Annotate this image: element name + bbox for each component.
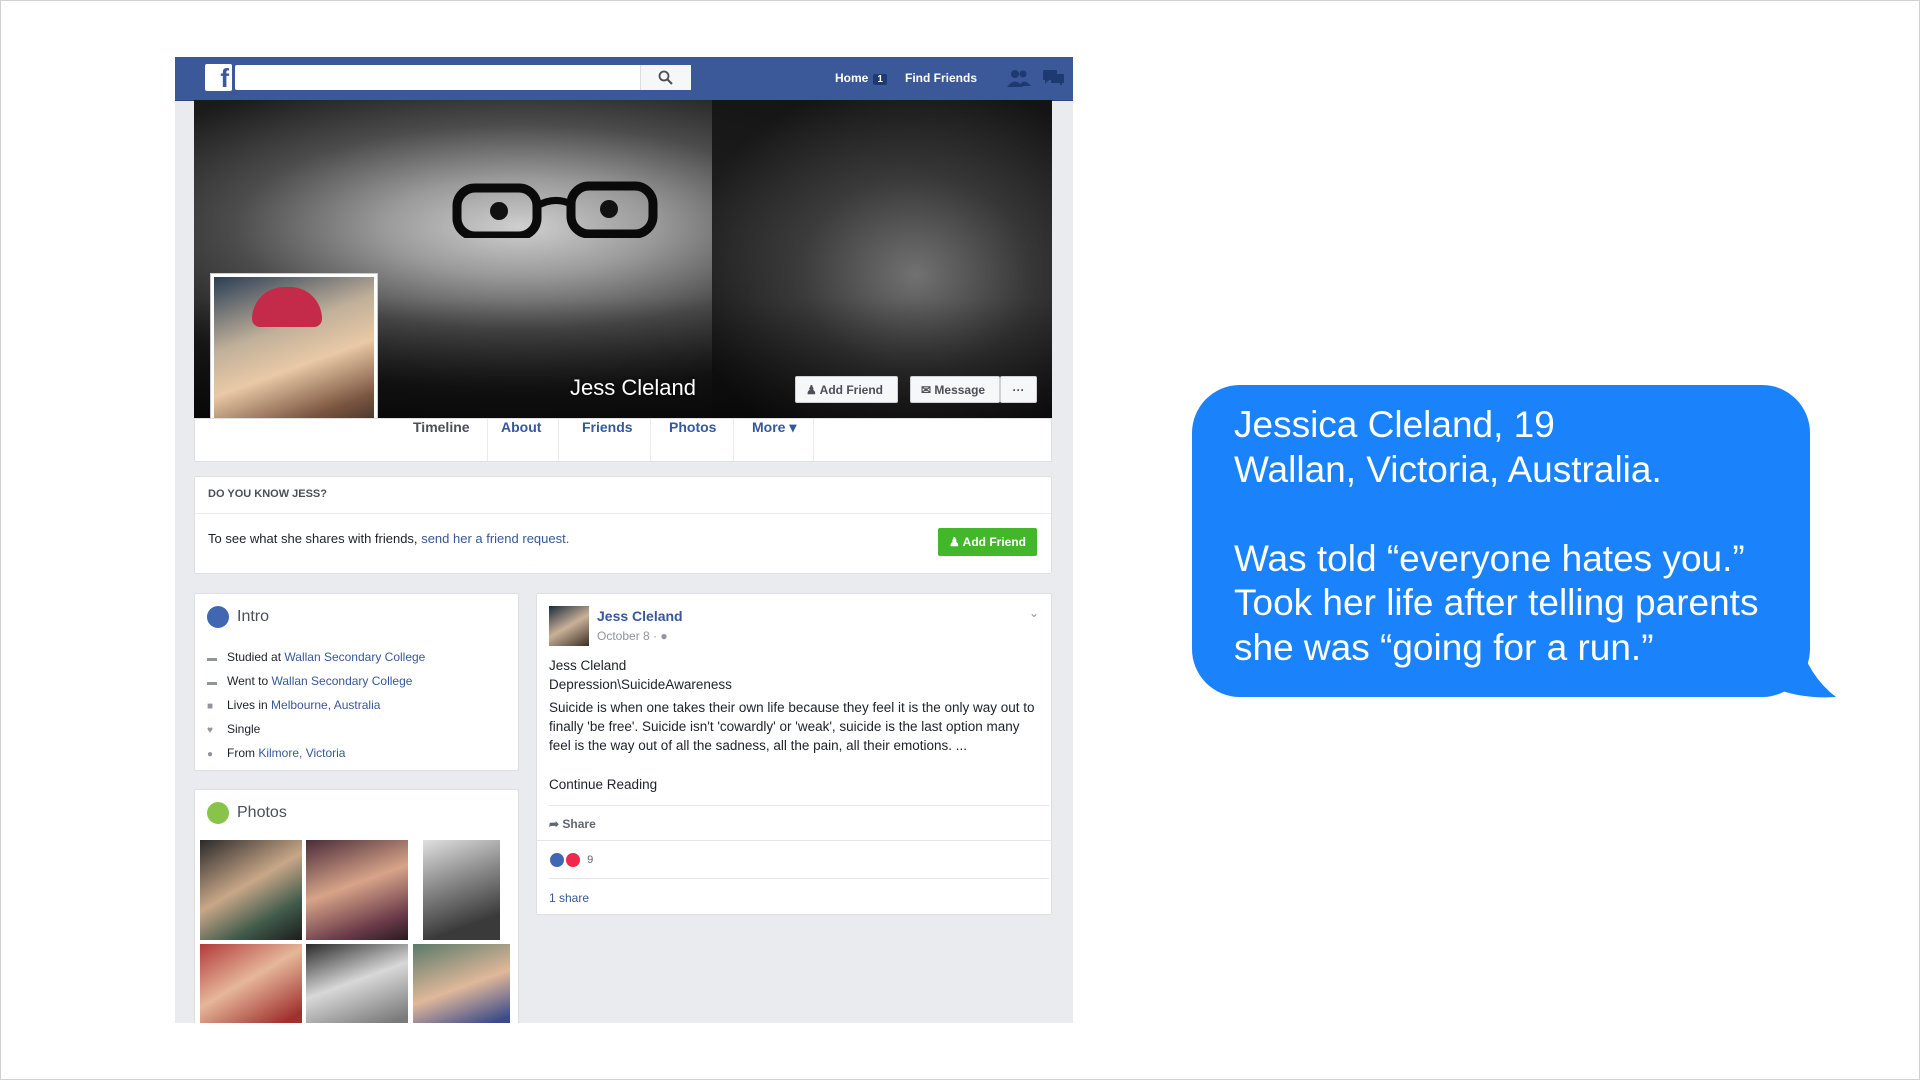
- photo-thumbnail[interactable]: [413, 944, 510, 1023]
- do-you-know-card: DO YOU KNOW JESS? To see what she shares…: [194, 476, 1052, 574]
- intro-item: ▬ Studied at Wallan Secondary College: [207, 650, 425, 664]
- tab-photos[interactable]: Photos: [652, 419, 735, 461]
- speech-bubble-tail: [1752, 610, 1836, 698]
- post-line: Jess Cleland: [549, 658, 627, 673]
- facebook-profile-screenshot: f Home 1 Find Friends Jess Cleland ♟ Add …: [175, 57, 1073, 1023]
- continue-reading-link[interactable]: Continue Reading: [549, 775, 1039, 794]
- share-button[interactable]: ➦ Share: [549, 817, 596, 831]
- add-friend-icon: ♟: [949, 535, 960, 549]
- intro-item-prefix: Single: [227, 722, 261, 736]
- cover-glasses-graphic: [452, 181, 658, 238]
- post-date: October 8 · ●: [597, 629, 668, 643]
- photo-thumbnail[interactable]: [200, 840, 302, 940]
- timeline-post: Jess Cleland October 8 · ● ⌄ Jess Clelan…: [536, 593, 1053, 915]
- intro-card: Intro ▬ Studied at Wallan Secondary Colle…: [194, 593, 519, 771]
- facebook-logo-icon[interactable]: f: [205, 63, 232, 93]
- globe-icon: ●: [660, 629, 668, 643]
- tab-friends[interactable]: Friends: [565, 419, 651, 461]
- friend-request-text: To see what she shares with friends,: [208, 531, 418, 546]
- speech-bubble: Jessica Cleland, 19 Wallan, Victoria, Au…: [1192, 385, 1837, 700]
- profile-photo: [214, 277, 374, 437]
- send-friend-request-link[interactable]: send her a friend request.: [421, 531, 569, 546]
- tab-more[interactable]: More ▾: [735, 419, 815, 461]
- add-friend-button[interactable]: ♟ Add Friend: [795, 376, 898, 403]
- messages-icon[interactable]: [1041, 68, 1065, 88]
- do-you-know-title: DO YOU KNOW JESS?: [208, 488, 327, 500]
- post-line: Depression\SuicideAwareness: [549, 677, 732, 692]
- intro-item-link[interactable]: Wallan Secondary College: [284, 650, 425, 664]
- location-icon: ●: [207, 748, 214, 760]
- intro-item: ▬ Went to Wallan Secondary College: [207, 674, 412, 688]
- intro-item: ● From Kilmore, Victoria: [207, 746, 345, 760]
- divider: [549, 805, 1049, 806]
- reactions-summary[interactable]: 9: [549, 852, 593, 868]
- graduation-icon: ▬: [207, 676, 217, 688]
- intro-item-link[interactable]: Kilmore, Victoria: [258, 746, 345, 760]
- post-author[interactable]: Jess Cleland: [597, 608, 683, 624]
- reactions-count: 9: [587, 853, 594, 866]
- photos-title[interactable]: Photos: [237, 804, 287, 821]
- profile-tabs: Timeline About Friends Photos More ▾: [194, 418, 1052, 462]
- post-date-text: October 8 ·: [597, 629, 661, 643]
- nav-home[interactable]: Home 1: [835, 71, 887, 85]
- message-button-label: Message: [934, 383, 986, 397]
- globe-icon: [207, 606, 229, 628]
- photos-header: Photos: [207, 802, 287, 824]
- search-button[interactable]: [640, 65, 691, 90]
- share-button-label: Share: [562, 817, 596, 831]
- friend-requests-icon[interactable]: [1007, 68, 1031, 88]
- home-icon: ■: [207, 700, 214, 712]
- add-friend-button-label: Add Friend: [819, 383, 883, 397]
- facebook-header: f Home 1 Find Friends: [175, 57, 1073, 101]
- message-icon: ✉: [921, 383, 932, 397]
- facebook-logo-letter: f: [220, 63, 229, 93]
- tab-timeline[interactable]: Timeline: [396, 419, 488, 461]
- intro-item: ♥ Single: [207, 722, 260, 736]
- avatar[interactable]: [549, 606, 589, 646]
- intro-item-prefix: Studied at: [227, 650, 282, 664]
- photos-card: Photos: [194, 789, 519, 1023]
- nav-find-friends[interactable]: Find Friends: [905, 71, 977, 85]
- friend-request-prompt: To see what she shares with friends, sen…: [208, 531, 569, 546]
- nav-home-label: Home: [835, 71, 869, 85]
- add-friend-icon: ♟: [806, 383, 817, 397]
- photos-icon: [207, 802, 229, 824]
- love-icon: [565, 852, 582, 868]
- chevron-down-icon[interactable]: ⌄: [1029, 606, 1039, 620]
- search-input[interactable]: [235, 65, 690, 90]
- intro-header: Intro: [207, 606, 269, 628]
- heart-icon: ♥: [207, 724, 213, 736]
- notification-badge: 1: [873, 74, 887, 85]
- intro-item-prefix: From: [227, 746, 255, 760]
- intro-item-prefix: Went to: [227, 674, 269, 688]
- speech-bubble-text: Jessica Cleland, 19 Wallan, Victoria, Au…: [1234, 404, 1759, 668]
- intro-title: Intro: [237, 608, 270, 626]
- intro-item-link[interactable]: Melbourne, Australia: [271, 698, 380, 712]
- more-options-button[interactable]: ···: [1000, 376, 1037, 403]
- message-button[interactable]: ✉ Message: [910, 376, 1000, 403]
- divider: [195, 513, 1051, 514]
- divider: [549, 878, 1049, 879]
- shares-count[interactable]: 1 share: [549, 891, 589, 905]
- photo-thumbnail[interactable]: [200, 944, 302, 1023]
- post-body: Suicide is when one takes their own life…: [549, 700, 1035, 753]
- graduation-icon: ▬: [207, 652, 217, 664]
- photo-thumbnail[interactable]: [306, 944, 408, 1023]
- profile-photo-hat: [252, 287, 322, 327]
- profile-name[interactable]: Jess Cleland: [570, 375, 696, 401]
- photo-thumbnail[interactable]: [306, 840, 408, 940]
- tab-about[interactable]: About: [484, 419, 560, 461]
- add-friend-green-button[interactable]: ♟ Add Friend: [938, 528, 1037, 556]
- like-icon: [549, 852, 565, 868]
- add-friend-green-label: Add Friend: [962, 535, 1026, 549]
- intro-item: ■ Lives in Melbourne, Australia: [207, 698, 380, 712]
- photo-thumbnail[interactable]: [423, 840, 500, 940]
- intro-item-prefix: Lives in: [227, 698, 268, 712]
- profile-picture[interactable]: [210, 273, 378, 441]
- intro-item-link[interactable]: Wallan Secondary College: [271, 674, 412, 688]
- share-icon: ➦: [549, 817, 560, 831]
- divider: [537, 840, 1053, 841]
- search-icon: [658, 70, 673, 85]
